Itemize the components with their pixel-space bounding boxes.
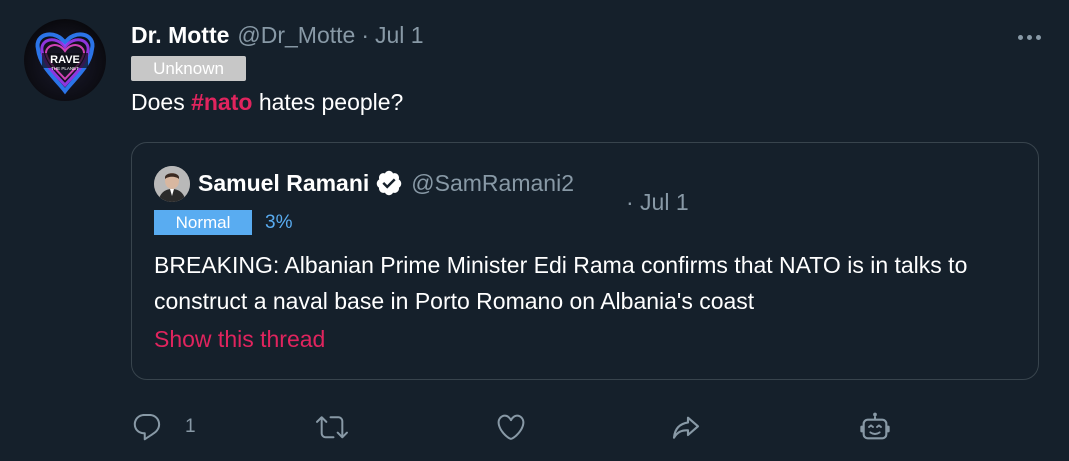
quoted-handle[interactable]: @SamRamani2: [411, 170, 574, 197]
label-badge-unknown: Unknown: [131, 56, 246, 81]
bot-check-button[interactable]: [859, 404, 891, 450]
avatar[interactable]: RAVE THE PLANET: [24, 19, 106, 101]
handle[interactable]: @Dr_Motte: [237, 22, 355, 49]
tweet-text-after: hates people?: [252, 89, 404, 115]
reply-icon: [133, 413, 161, 441]
heart-icon: [497, 414, 525, 440]
tweet-date[interactable]: Jul 1: [375, 22, 424, 49]
quoted-text: BREAKING: Albanian Prime Minister Edi Ra…: [154, 252, 968, 314]
reply-count: 1: [185, 416, 196, 437]
tweet-text-before: Does: [131, 89, 192, 115]
retweet-button[interactable]: [316, 404, 348, 450]
display-name[interactable]: Dr. Motte: [131, 22, 229, 49]
hashtag-link[interactable]: #nato: [191, 89, 252, 115]
label-score: 3%: [265, 212, 293, 233]
tweet-header: Dr. Motte @Dr_Motte · Jul 1: [131, 22, 424, 52]
show-thread-link[interactable]: Show this thread: [154, 326, 325, 353]
avatar-image: RAVE THE PLANET: [35, 32, 95, 95]
tweet-text: Does #nato hates people?: [131, 89, 403, 116]
like-button[interactable]: [495, 404, 527, 450]
quoted-avatar-image: [154, 166, 190, 202]
label-badge-normal: Normal: [154, 210, 252, 235]
verified-badge-icon: [377, 170, 402, 196]
quoted-avatar[interactable]: [154, 166, 190, 202]
tweet[interactable]: RAVE THE PLANET Dr. Motte @Dr_Motte · Ju…: [0, 0, 1069, 461]
quoted-header: Samuel Ramani @SamRamani2: [198, 169, 574, 197]
share-button[interactable]: [670, 404, 702, 450]
share-icon: [672, 416, 700, 439]
separator: ·: [361, 22, 369, 48]
robot-icon: [860, 412, 890, 440]
reply-button[interactable]: 1: [131, 404, 196, 450]
more-button[interactable]: [1009, 24, 1049, 48]
quoted-tweet[interactable]: Samuel Ramani @SamRamani2 · Jul 1 Normal…: [131, 142, 1039, 380]
quoted-display-name[interactable]: Samuel Ramani: [198, 170, 369, 197]
avatar-subtext: THE PLANET: [51, 66, 79, 71]
action-bar: 1: [0, 404, 1069, 452]
avatar-text: RAVE: [50, 54, 80, 66]
more-icon: [1016, 27, 1043, 45]
quoted-date[interactable]: · Jul 1: [626, 189, 689, 216]
retweet-icon: [316, 416, 348, 439]
